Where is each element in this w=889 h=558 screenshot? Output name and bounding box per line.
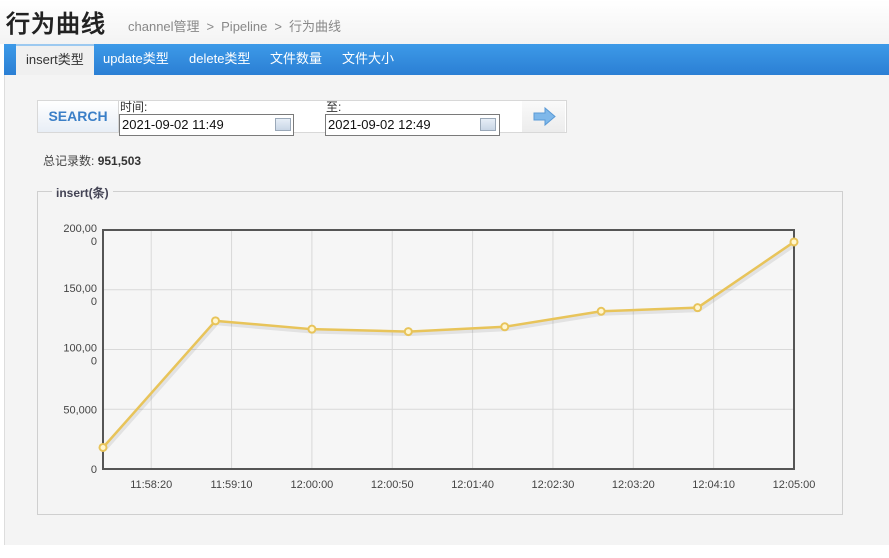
x-tick-label: 12:03:20 <box>612 479 655 491</box>
line-chart: 0 50,000 100,00 0 150,00 0 200,00 0 11:58:20 11:5… <box>63 223 816 491</box>
x-tick-label: 12:00:50 <box>371 479 414 491</box>
y-tick-label: 0 <box>91 464 97 476</box>
x-tick-label: 12:04:10 <box>692 479 735 491</box>
data-point <box>693 303 703 313</box>
x-tick-label: 11:59:10 <box>211 479 253 491</box>
data-point <box>307 324 317 334</box>
data-point <box>210 316 220 326</box>
x-tick-label: 11:58:20 <box>130 479 172 491</box>
data-point <box>403 327 413 337</box>
y-tick-label: 50,000 <box>63 404 97 416</box>
data-point <box>500 322 510 332</box>
data-point <box>98 442 108 452</box>
y-tick-label: 150,00 0 <box>63 283 97 308</box>
x-tick-label: 12:01:40 <box>451 479 494 491</box>
data-point <box>596 306 606 316</box>
y-tick-label: 200,00 0 <box>63 223 97 248</box>
x-tick-label: 12:05:00 <box>773 479 816 491</box>
y-tick-label: 100,00 0 <box>63 343 97 368</box>
data-point <box>789 237 799 247</box>
x-tick-label: 12:02:30 <box>532 479 575 491</box>
x-tick-label: 12:00:00 <box>290 479 333 491</box>
